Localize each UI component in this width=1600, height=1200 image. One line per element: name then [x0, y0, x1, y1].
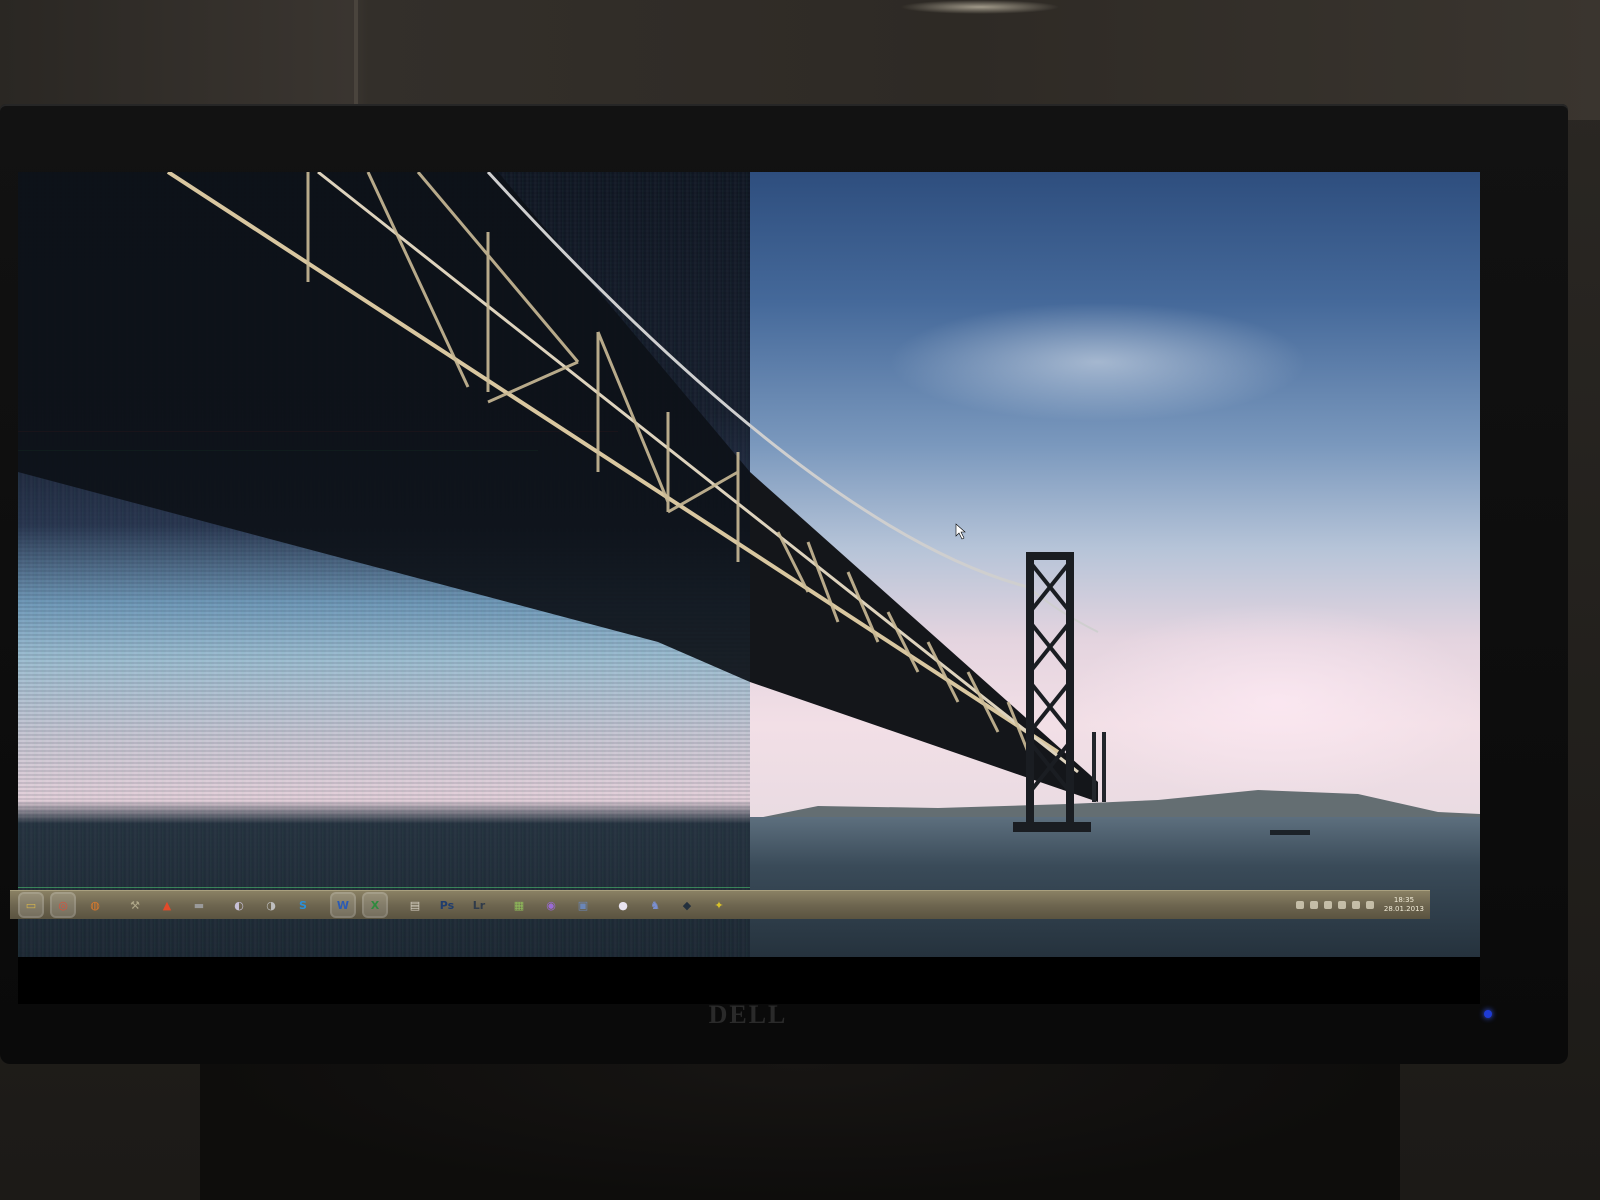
firefox-icon[interactable]: ◍ [84, 894, 106, 916]
system-tray: 18:35 28.01.2013 [1295, 896, 1430, 914]
taskbar-group: ▤ Ps Lr [404, 894, 490, 916]
keyboard-icon[interactable] [1365, 901, 1374, 909]
taskbar: ▭ ◎ ◍ ⚒ ▲ ▬ ◐ ◑ S W X ▤ Ps Lr ▦ ◉ ▣ ● ♞ ◆ ✦ 18:35 28.01.2013 [10, 890, 1430, 919]
taskbar-group: ▭ ◎ ◍ [20, 894, 106, 916]
taskbar-group: ⚒ ▲ ▬ [124, 894, 210, 916]
app-triangle-icon[interactable]: ▲ [156, 894, 178, 916]
taskbar-group: WX [332, 894, 386, 916]
monitor-stand [200, 1064, 1400, 1200]
taskbar-group: ◐ ◑ S [228, 894, 314, 916]
volume-icon[interactable] [1323, 901, 1332, 909]
app-calendar-icon[interactable]: ▣ [572, 894, 594, 916]
app-round-icon[interactable]: ● [612, 894, 634, 916]
monitor-bezel: ▭ ◎ ◍ ⚒ ▲ ▬ ◐ ◑ S W X ▤ Ps Lr ▦ ◉ ▣ ● ♞ ◆ ✦ 18:35 28.01.2013 D… [0, 104, 1568, 1064]
taskbar-group: ▦ ◉ ▣ [508, 894, 594, 916]
clock-time: 18:35 [1393, 896, 1415, 904]
battery-icon[interactable] [1351, 901, 1360, 909]
excel-icon[interactable]: X [364, 894, 386, 916]
flag-icon[interactable] [1337, 901, 1346, 909]
app-purple-icon[interactable]: ◉ [540, 894, 562, 916]
monitor-screen [18, 172, 1480, 1004]
app-media-icon[interactable]: ◑ [260, 894, 282, 916]
taskbar-group: ● ♞ ◆ ✦ [612, 894, 730, 916]
lightroom-icon[interactable]: Lr [468, 894, 490, 916]
skype-icon[interactable]: S [292, 894, 314, 916]
chrome-icon[interactable]: ◎ [52, 894, 74, 916]
ceiling-light-glare [900, 0, 1060, 14]
room-wall [0, 0, 1600, 120]
network-icon[interactable] [1309, 901, 1318, 909]
app-folder-icon[interactable]: ▬ [188, 894, 210, 916]
tray-arrow-icon[interactable] [1295, 901, 1304, 909]
app-green-icon[interactable]: ✦ [708, 894, 730, 916]
power-led-icon [1484, 1010, 1492, 1018]
monitor-brand-logo: DELL [708, 1000, 788, 1029]
pdf-icon[interactable]: ▤ [404, 894, 426, 916]
wall-seam [354, 0, 358, 120]
clock[interactable]: 18:35 28.01.2013 [1384, 896, 1424, 914]
photoshop-icon[interactable]: Ps [436, 894, 458, 916]
wallpaper-bridge [18, 172, 1310, 835]
app-notes-icon[interactable]: ▦ [508, 894, 530, 916]
app-dark-icon[interactable]: ◆ [676, 894, 698, 916]
clock-date: 28.01.2013 [1383, 905, 1424, 913]
word-icon[interactable]: W [332, 894, 354, 916]
app-character-icon[interactable]: ♞ [644, 894, 666, 916]
explorer-icon[interactable]: ▭ [20, 894, 42, 916]
app-chat-icon[interactable]: ◐ [228, 894, 250, 916]
app-tools-icon[interactable]: ⚒ [124, 894, 146, 916]
